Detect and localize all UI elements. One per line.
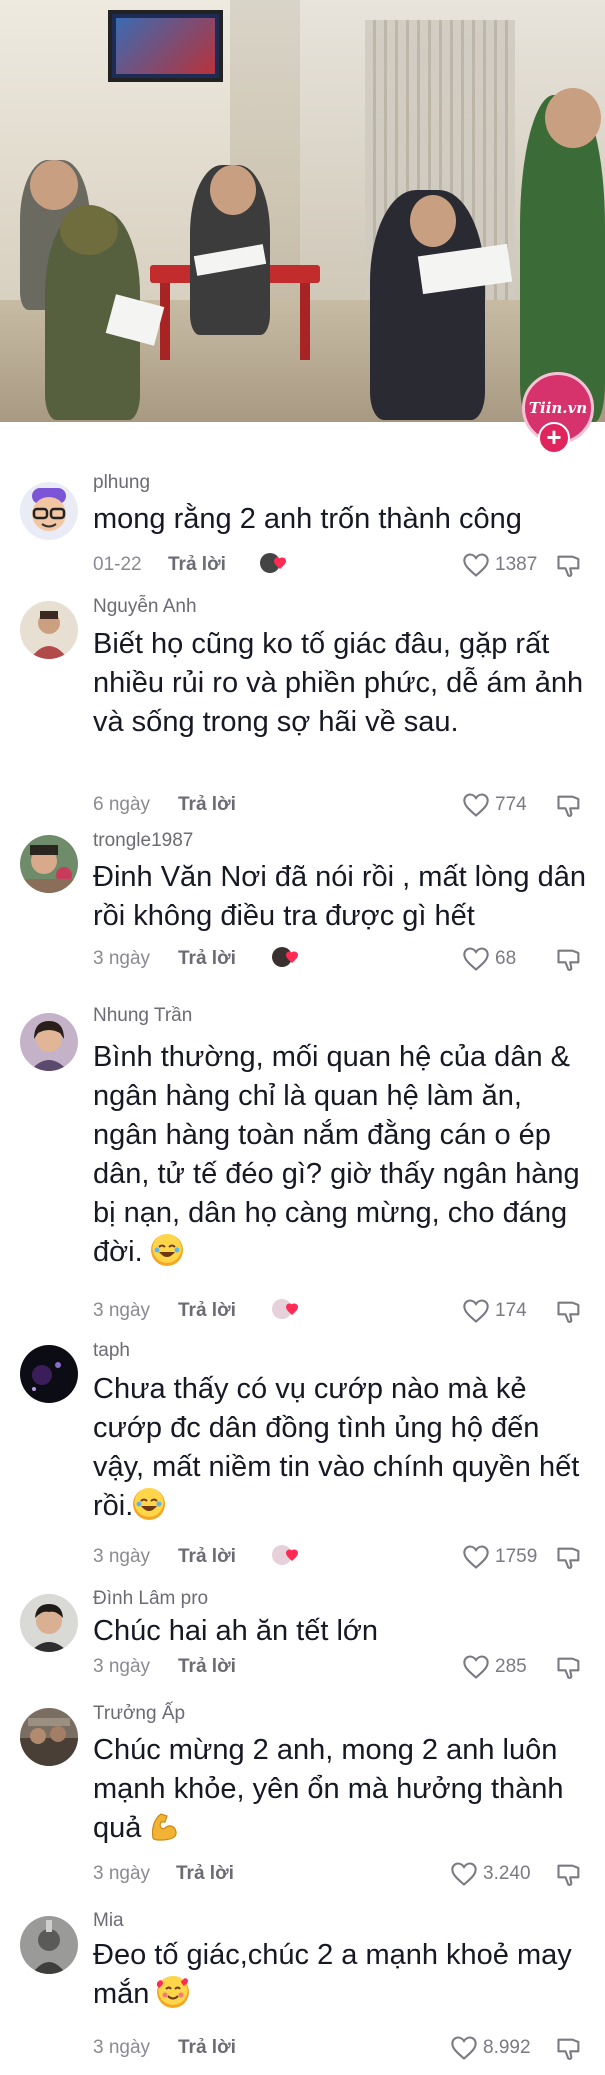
like-button[interactable]: 774 [462, 792, 527, 818]
comment-text: mong rằng 2 anh trốn thành công [93, 503, 522, 535]
like-count: 174 [495, 1300, 527, 1321]
video-thumbnail[interactable] [0, 0, 605, 462]
dislike-button[interactable] [555, 1861, 583, 1889]
thumbs-down-icon [557, 1657, 580, 1679]
thumbs-down-icon [557, 1547, 580, 1569]
comment-username[interactable]: Nguyễn Anh [93, 596, 197, 618]
dislike-button[interactable] [555, 552, 583, 580]
like-button[interactable]: 8.992 [450, 2035, 531, 2061]
memoji-avatar[interactable] [20, 482, 78, 540]
man-avatar[interactable] [20, 1594, 78, 1652]
heart-icon [463, 1545, 489, 1569]
thumbs-down-icon [557, 949, 580, 971]
flexed-biceps-emoji [149, 1810, 181, 1842]
comment-date: 3 ngày [93, 1863, 151, 1884]
reply-button[interactable]: Trả lời [178, 2037, 236, 2059]
reply-button[interactable]: Trả lời [178, 794, 236, 816]
comment-date: 01-22 [93, 554, 142, 575]
gray-avatar[interactable] [20, 1916, 78, 1974]
selfie-avatar[interactable] [20, 835, 78, 893]
like-count: 68 [495, 948, 517, 969]
like-button[interactable]: 68 [462, 946, 516, 972]
comment-date: 3 ngày [93, 2037, 151, 2058]
dislike-button[interactable] [555, 1654, 583, 1682]
portrait-avatar[interactable] [20, 601, 78, 659]
thumbs-down-icon [557, 555, 580, 577]
reply-button[interactable]: Trả lời [178, 948, 236, 970]
heart-icon [463, 1655, 489, 1679]
reply-button[interactable]: Trả lời [178, 1546, 236, 1568]
comment-text: Chúc hai ah ăn tết lớn [93, 1615, 379, 1647]
like-button[interactable]: 285 [462, 1654, 527, 1680]
dislike-button[interactable] [555, 1298, 583, 1326]
reply-button[interactable]: Trả lời [168, 554, 226, 576]
thumbs-down-icon [557, 1864, 580, 1886]
smiling-hearts-emoji [156, 1976, 190, 2008]
creator-liked-badge [272, 1544, 300, 1566]
creator-liked-badge [272, 1298, 300, 1320]
comment-username[interactable]: Đình Lâm pro [93, 1588, 208, 1610]
heart-icon [463, 553, 489, 577]
heart-icon [463, 1299, 489, 1323]
reply-button[interactable]: Trả lời [178, 1656, 236, 1678]
creator-liked-badge [260, 552, 288, 574]
dislike-button[interactable] [555, 2035, 583, 2063]
like-count: 774 [495, 794, 527, 815]
follow-plus-button[interactable]: + [538, 422, 570, 454]
comment-text: Chưa thấy có vụ cướp nào mà kẻ cướp đc d… [93, 1373, 580, 1522]
dislike-button[interactable] [555, 1544, 583, 1572]
like-button[interactable]: 3.240 [450, 1861, 531, 1887]
like-count: 8.992 [483, 2037, 531, 2058]
reply-button[interactable]: Trả lời [178, 1300, 236, 1322]
tv-image [108, 10, 223, 82]
comment-text: Biết họ cũng ko tố giác đâu, gặp rất nhi… [93, 628, 584, 738]
laughing-emoji [150, 1234, 183, 1266]
comment-date: 3 ngày [93, 1546, 151, 1567]
dark-avatar[interactable] [20, 1345, 78, 1403]
heart-icon [463, 793, 489, 817]
like-count: 3.240 [483, 1863, 531, 1884]
woman-avatar[interactable] [20, 1013, 78, 1071]
comment-username[interactable]: taph [93, 1340, 130, 1362]
comment-date: 3 ngày [93, 1656, 151, 1677]
laughing-emoji [133, 1488, 166, 1520]
comment-username[interactable]: plhung [93, 472, 150, 494]
comment-username[interactable]: Trưởng Ấp [93, 1703, 185, 1725]
comment-date: 3 ngày [93, 1300, 151, 1321]
like-count: 1759 [495, 1546, 538, 1567]
thumbs-down-icon [557, 1301, 580, 1323]
like-button[interactable]: 1759 [462, 1544, 537, 1570]
comment-date: 3 ngày [93, 948, 151, 969]
heart-icon [451, 1862, 477, 1886]
comment-date: 6 ngày [93, 794, 151, 815]
comment-text: Bình thường, mối quan hệ của dân & ngân … [93, 1041, 580, 1268]
like-count: 1387 [495, 554, 538, 575]
dislike-button[interactable] [555, 792, 583, 820]
like-count: 285 [495, 1656, 527, 1677]
reply-button[interactable]: Trả lời [176, 1863, 234, 1885]
like-button[interactable]: 1387 [462, 552, 537, 578]
comment-username[interactable]: Mia [93, 1910, 124, 1932]
news-photo [0, 0, 605, 422]
heart-icon [463, 947, 489, 971]
comment-username[interactable]: trongle1987 [93, 830, 193, 852]
group-avatar[interactable] [20, 1708, 78, 1766]
creator-liked-badge [272, 946, 300, 968]
comment-text: Đeo tố giác,chúc 2 a mạnh khoẻ may mắn [93, 1939, 572, 2010]
like-button[interactable]: 174 [462, 1298, 527, 1324]
heart-icon [451, 2036, 477, 2060]
dislike-button[interactable] [555, 946, 583, 974]
comment-text: Chúc mừng 2 anh, mong 2 anh luôn mạnh kh… [93, 1734, 564, 1844]
comment-username[interactable]: Nhung Trần [93, 1005, 192, 1027]
thumbs-down-icon [557, 2038, 580, 2060]
thumbs-down-icon [557, 795, 580, 817]
comment-text: Đinh Văn Nơi đã nói rồi , mất lòng dân r… [93, 861, 586, 932]
